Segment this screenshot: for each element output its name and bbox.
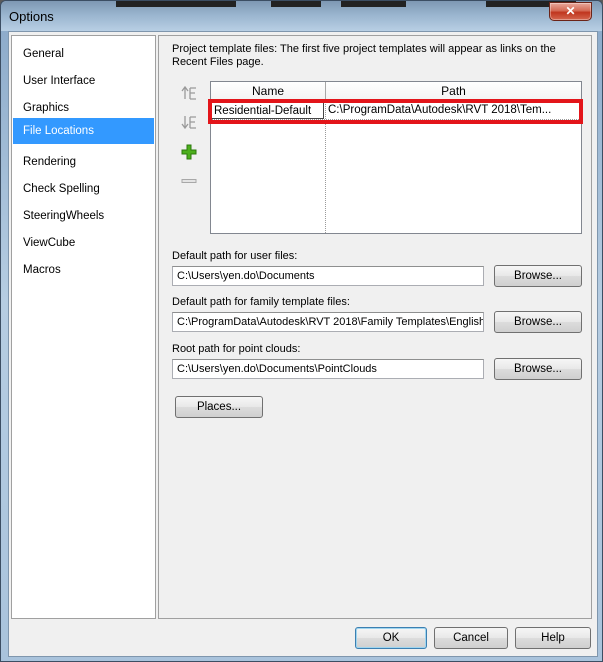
help-button[interactable]: Help — [515, 627, 591, 649]
user-files-path-field[interactable]: C:\Users\yen.do\Documents — [172, 266, 484, 286]
nav-item-check-spelling[interactable]: Check Spelling — [13, 176, 154, 202]
background-app-strip — [271, 1, 321, 7]
add-icon[interactable] — [181, 144, 197, 160]
nav-item-label: Rendering — [23, 156, 77, 168]
template-description: Project template files: The first five p… — [172, 43, 556, 68]
window-title: Options — [9, 9, 54, 24]
nav-item-general[interactable]: General — [13, 41, 154, 67]
title-bar[interactable]: Options ✕ — [1, 1, 602, 31]
nav-item-label: Graphics — [23, 102, 70, 114]
nav-item-label: SteeringWheels — [23, 210, 105, 222]
nav-item-label: File Locations — [23, 125, 94, 137]
nav-item-steeringwheels[interactable]: SteeringWheels — [13, 203, 154, 229]
nav-item-label: Check Spelling — [23, 183, 100, 195]
nav-item-label: ViewCube — [23, 237, 76, 249]
column-header-name[interactable]: Name — [211, 82, 326, 100]
nav-item-label: General — [23, 48, 64, 60]
nav-item-file-locations[interactable]: File Locations — [13, 118, 154, 144]
highlight-box — [208, 99, 583, 124]
family-templates-browse-button[interactable]: Browse... — [494, 311, 582, 333]
nav-item-label: Macros — [23, 264, 61, 276]
user-files-browse-button[interactable]: Browse... — [494, 265, 582, 287]
options-dialog: Options ✕ General User Interface Graphic… — [0, 0, 603, 662]
column-header-path[interactable]: Path — [326, 82, 581, 100]
family-templates-path-field[interactable]: C:\ProgramData\Autodesk\RVT 2018\Family … — [172, 312, 484, 332]
point-clouds-browse-button[interactable]: Browse... — [494, 358, 582, 380]
user-files-label: Default path for user files: — [172, 250, 298, 262]
places-button[interactable]: Places... — [175, 396, 263, 418]
nav-item-rendering[interactable]: Rendering — [13, 149, 154, 175]
ok-button[interactable]: OK — [355, 627, 427, 649]
nav-item-viewcube[interactable]: ViewCube — [13, 230, 154, 256]
family-templates-label: Default path for family template files: — [172, 296, 350, 308]
close-button[interactable]: ✕ — [549, 2, 592, 21]
options-nav: General User Interface Graphics File Loc… — [11, 35, 156, 619]
cancel-button[interactable]: Cancel — [434, 627, 508, 649]
dialog-client-area: General User Interface Graphics File Loc… — [8, 31, 598, 657]
background-app-strip — [116, 1, 236, 7]
nav-item-user-interface[interactable]: User Interface — [13, 68, 154, 94]
remove-icon[interactable] — [181, 173, 197, 189]
nav-item-label: User Interface — [23, 75, 96, 87]
background-app-strip — [341, 1, 406, 7]
move-up-icon[interactable] — [181, 85, 197, 101]
point-clouds-path-field[interactable]: C:\Users\yen.do\Documents\PointClouds — [172, 359, 484, 379]
close-icon: ✕ — [565, 4, 576, 18]
point-clouds-label: Root path for point clouds: — [172, 343, 301, 355]
move-down-icon[interactable] — [181, 114, 197, 130]
nav-item-macros[interactable]: Macros — [13, 257, 154, 283]
